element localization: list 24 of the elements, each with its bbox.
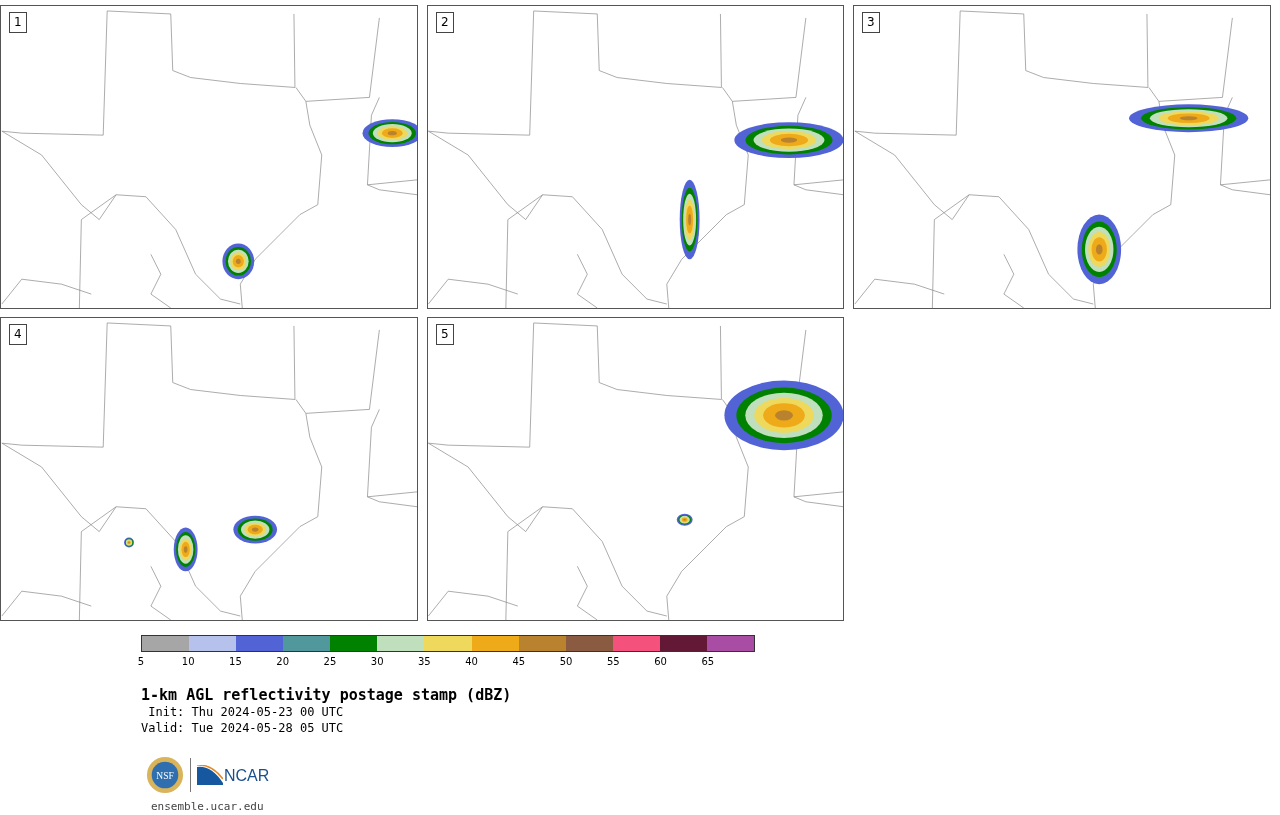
site-url[interactable]: ensemble.ucar.edu — [151, 800, 1280, 813]
colorbar-tick-label: 50 — [559, 656, 573, 668]
panel-number: 5 — [436, 324, 454, 345]
panel-number: 3 — [862, 12, 880, 33]
panel-number: 4 — [9, 324, 27, 345]
colorbar-tick-label: 5 — [137, 656, 145, 668]
colorbar-tick-label: 45 — [512, 656, 526, 668]
colorbar-tick-label: 40 — [465, 656, 478, 668]
init-time: Init: Thu 2024-05-23 00 UTC — [147, 704, 345, 720]
plot-title: 1-km AGL reflectivity postage stamp (dBZ) — [141, 686, 513, 704]
colorbar-tick-label: 15 — [229, 656, 242, 668]
panel-number: 1 — [9, 12, 27, 33]
colorbar-tick-label: 30 — [370, 656, 384, 668]
colorbar-tick-label: 65 — [701, 656, 715, 668]
colorbar-tick-label: 25 — [323, 656, 337, 668]
colorbar-tick-label: 20 — [276, 656, 290, 668]
seal-logo: NSF — [146, 756, 184, 794]
panel-number: 2 — [436, 12, 454, 33]
colorbar-tick-label: 55 — [606, 656, 620, 668]
colorbar-tick-label: 60 — [654, 656, 667, 668]
valid-time: Valid: Tue 2024-05-28 05 UTC — [141, 720, 345, 736]
ncar-logo: NCAR — [197, 765, 270, 785]
colorbar-tick-label: 10 — [181, 656, 195, 668]
colorbar-tick-label: 35 — [418, 656, 431, 668]
